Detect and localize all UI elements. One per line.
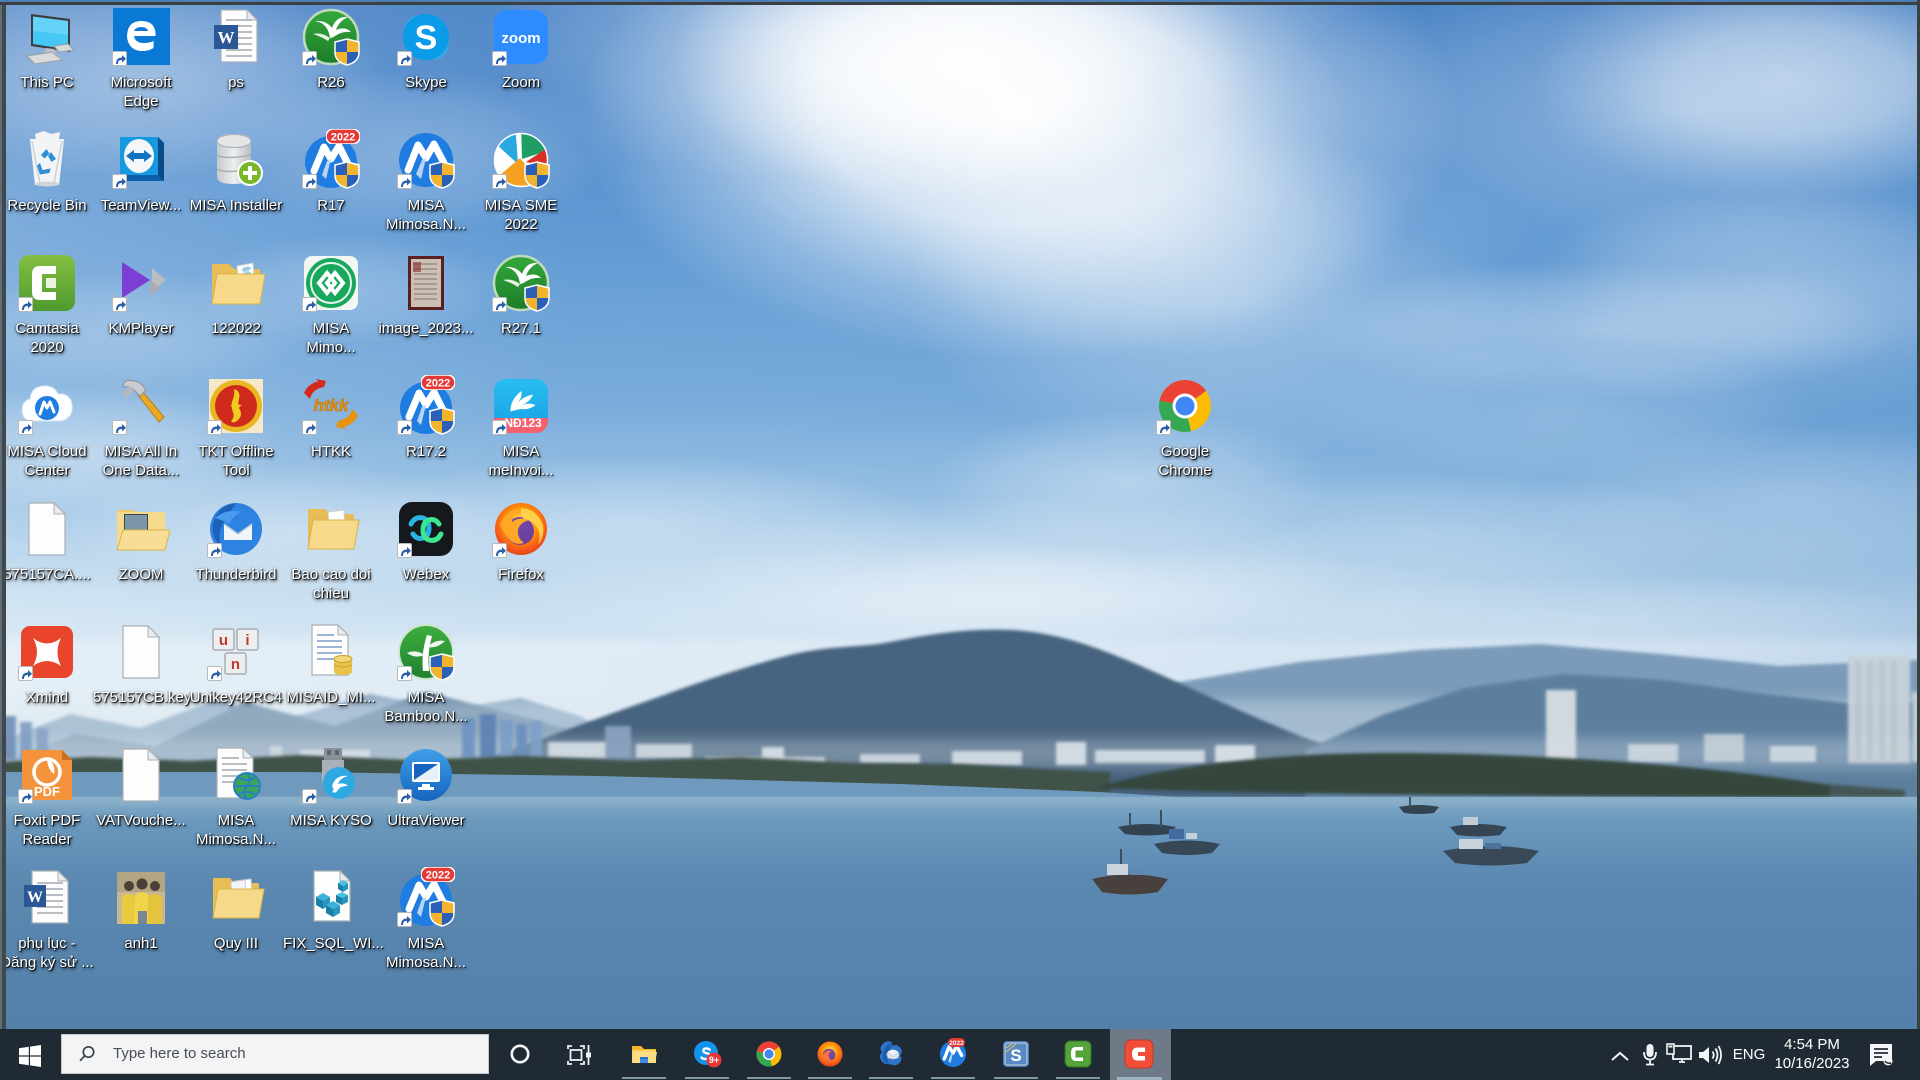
svg-text:W: W	[218, 28, 235, 47]
svg-text:2022: 2022	[949, 1040, 964, 1047]
svg-text:PDF: PDF	[34, 784, 60, 799]
svg-text:S: S	[1010, 1046, 1021, 1065]
svg-text:W: W	[27, 889, 43, 906]
svg-text:S: S	[415, 19, 438, 57]
svg-text:2022: 2022	[426, 870, 450, 882]
svg-text:9+: 9+	[709, 1055, 719, 1065]
svg-text:u: u	[219, 632, 228, 649]
svg-text:htkk: htkk	[314, 396, 351, 415]
svg-text:2022: 2022	[331, 132, 355, 144]
svg-text:zoom: zoom	[501, 30, 540, 47]
svg-text:NĐ123: NĐ123	[504, 416, 542, 430]
svg-text:2022: 2022	[426, 378, 450, 390]
svg-text:n: n	[231, 656, 240, 673]
svg-text:i: i	[245, 632, 249, 649]
